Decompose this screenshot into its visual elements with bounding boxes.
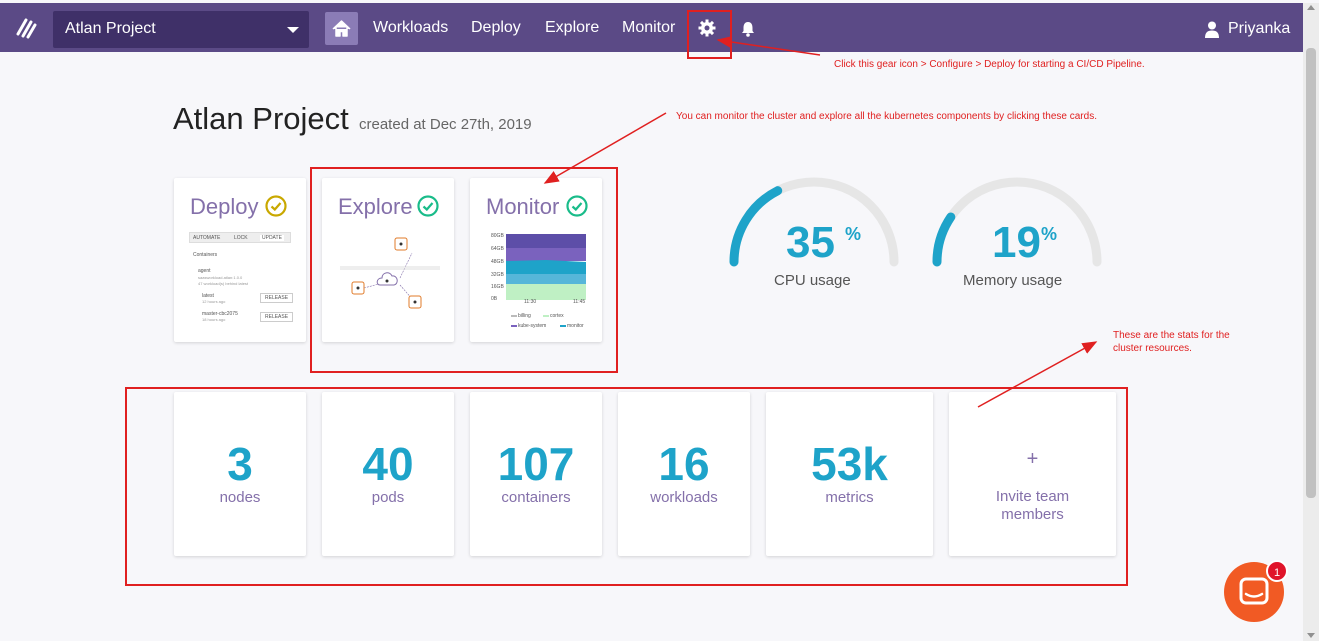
top-navbar: Atlan Project Workloads Deploy Explore M… bbox=[0, 3, 1303, 52]
toolbar-automate: AUTOMATE bbox=[193, 235, 221, 241]
deploy-preview-toolbar: AUTOMATE LOCK UPDATE bbox=[189, 232, 291, 243]
atlan-logo-icon[interactable] bbox=[14, 16, 38, 40]
annotation-box-cards bbox=[310, 167, 618, 373]
deploy-item-sub: 47 workload(s) behind latest bbox=[198, 281, 249, 286]
home-button[interactable] bbox=[325, 12, 358, 45]
page-title: Atlan Project bbox=[173, 101, 349, 136]
user-name[interactable]: Priyanka bbox=[1228, 20, 1290, 38]
cpu-usage-unit: % bbox=[845, 224, 862, 244]
annotation-gear-text: Click this gear icon > Configure > Deplo… bbox=[834, 59, 1145, 70]
deploy-item-sub: 18 hours ago bbox=[202, 317, 226, 322]
deploy-card-title: Deploy bbox=[190, 194, 259, 219]
deploy-card[interactable]: Deploy AUTOMATE LOCK UPDATE Containers a… bbox=[174, 178, 306, 342]
check-circle-icon bbox=[265, 195, 287, 217]
deploy-preview-section: Containers bbox=[193, 252, 218, 258]
cpu-usage-label: CPU usage bbox=[774, 272, 851, 289]
toolbar-update: UPDATE bbox=[260, 235, 284, 241]
bell-icon[interactable] bbox=[739, 20, 757, 38]
project-select-value: Atlan Project bbox=[65, 20, 156, 37]
scroll-down-icon[interactable] bbox=[1307, 633, 1315, 638]
memory-usage-value: 19 bbox=[992, 218, 1041, 267]
scroll-thumb[interactable] bbox=[1306, 48, 1316, 498]
cpu-usage-value: 35 bbox=[786, 218, 835, 267]
annotation-stats-text: cluster resources. bbox=[1113, 343, 1192, 354]
scroll-up-icon[interactable] bbox=[1307, 5, 1315, 10]
user-icon[interactable] bbox=[1205, 21, 1219, 38]
chevron-down-icon bbox=[287, 27, 299, 33]
nav-workloads[interactable]: Workloads bbox=[373, 19, 448, 37]
chat-notification-badge: 1 bbox=[1266, 560, 1288, 582]
nav-monitor[interactable]: Monitor bbox=[622, 19, 675, 37]
nav-explore[interactable]: Explore bbox=[545, 19, 599, 37]
memory-usage-label: Memory usage bbox=[963, 272, 1063, 289]
page-scrollbar[interactable] bbox=[1303, 3, 1319, 641]
deploy-item-name: agent bbox=[198, 268, 211, 274]
deploy-item-sub: 12 hours ago bbox=[202, 299, 226, 304]
annotation-box-gear bbox=[687, 10, 732, 59]
project-select[interactable]: Atlan Project bbox=[53, 11, 309, 48]
memory-usage-unit: % bbox=[1041, 224, 1058, 244]
release-button: RELEASE bbox=[260, 293, 294, 303]
deploy-item-sub: saasworkload.atlan:1.0.0 bbox=[198, 275, 243, 280]
release-button: RELEASE bbox=[260, 312, 294, 322]
annotation-stats-text: These are the stats for the bbox=[1113, 330, 1230, 341]
nav-deploy[interactable]: Deploy bbox=[471, 19, 521, 37]
toolbar-lock: LOCK bbox=[234, 235, 248, 241]
annotation-box-stats bbox=[125, 387, 1128, 586]
page-subtitle: created at Dec 27th, 2019 bbox=[359, 116, 532, 133]
annotation-cards-text: You can monitor the cluster and explore … bbox=[676, 111, 1097, 122]
home-icon bbox=[332, 20, 351, 37]
